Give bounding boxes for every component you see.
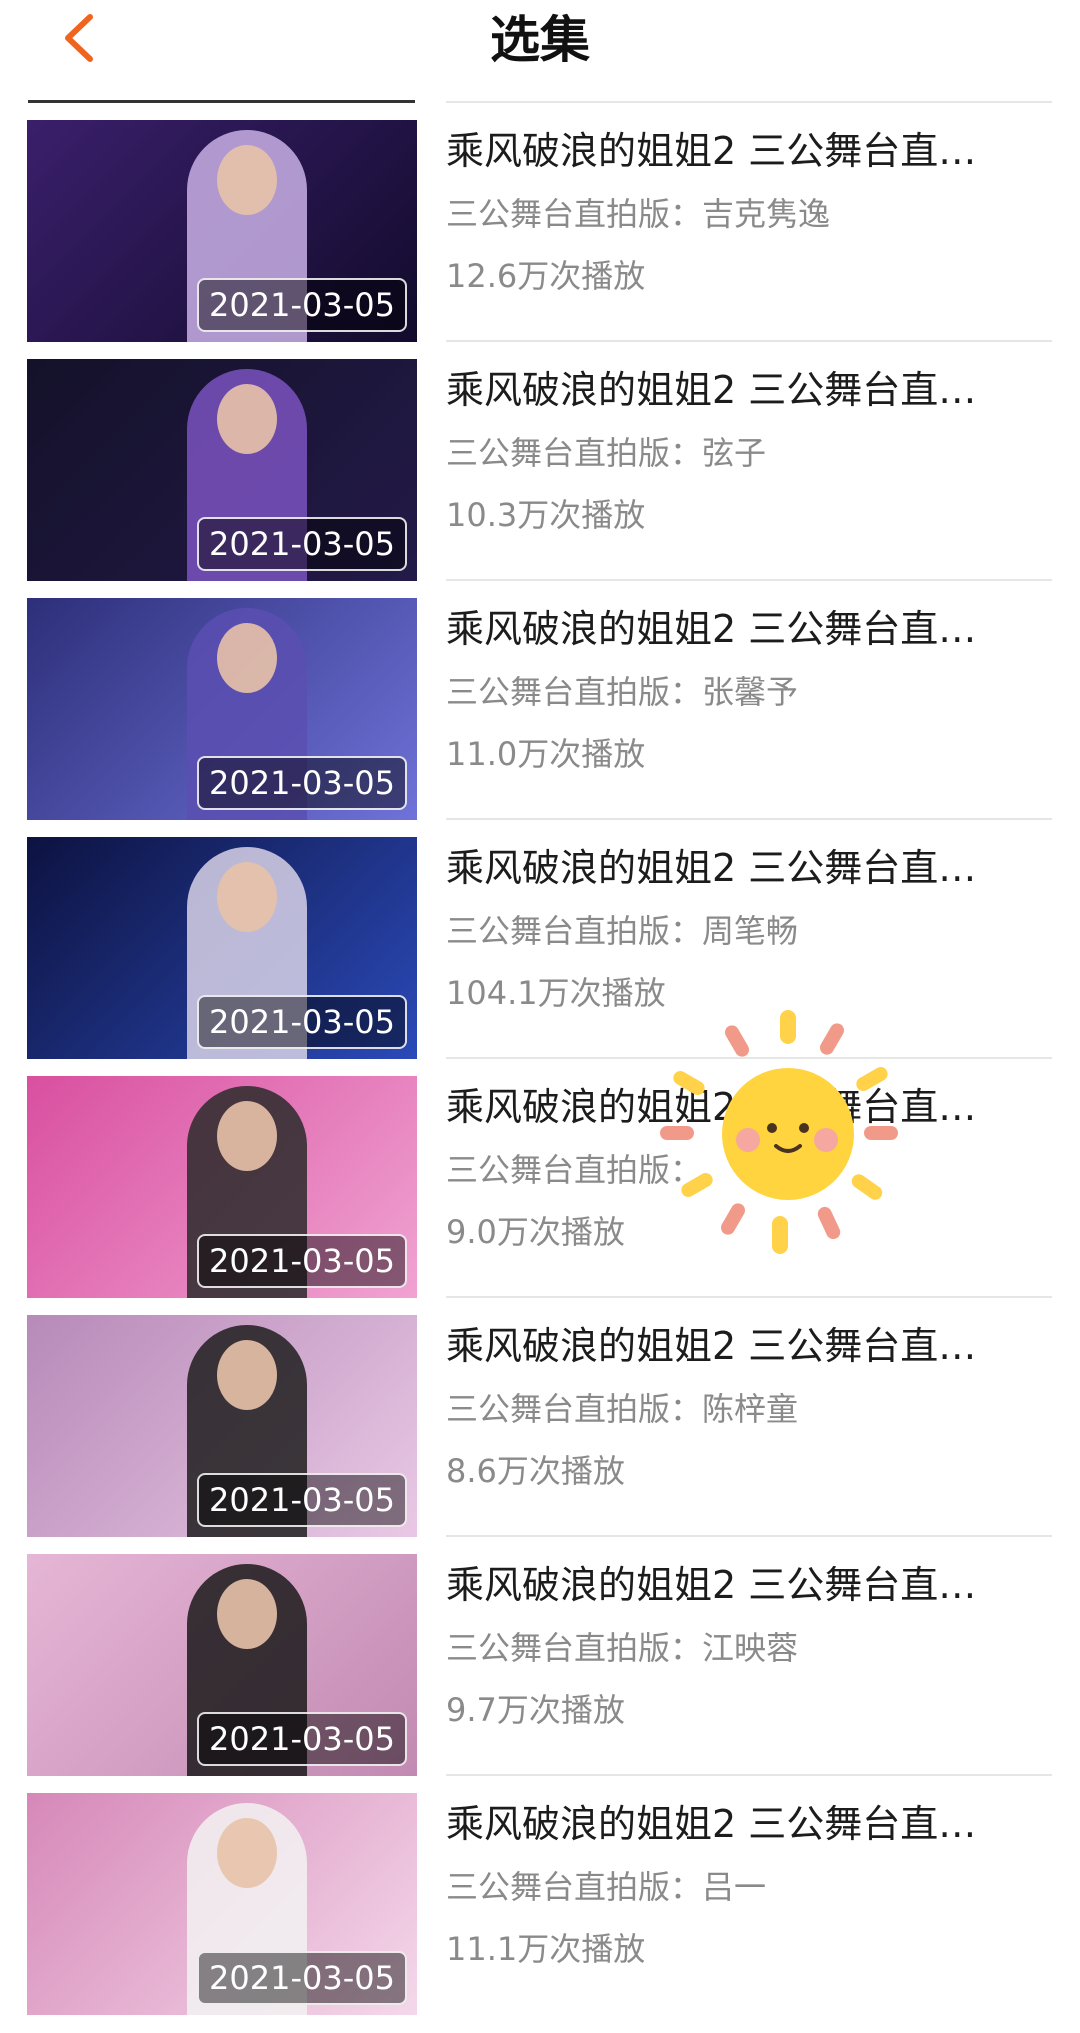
episode-title: 乘风破浪的姐姐2 三公舞台直… <box>446 846 977 890</box>
page-title: 选集 <box>490 11 590 69</box>
view-count: 11.0万次播放 <box>446 735 646 773</box>
divider <box>446 101 1052 103</box>
performer-head <box>217 145 277 215</box>
episode-title: 乘风破浪的姐姐2 三公舞台直… <box>446 368 977 412</box>
divider <box>446 1774 1052 1776</box>
date-badge: 2021-03-05 <box>197 756 407 810</box>
episode-item[interactable]: 2021-03-05 乘风破浪的姐姐2 三公舞台直… 三公舞台直拍版：周笔畅 104.… <box>0 837 1080 1077</box>
view-count: 9.0万次播放 <box>446 1213 625 1251</box>
episode-info[interactable]: 乘风破浪的姐姐2 三公舞台直… 三公舞台直拍版：周笔畅 104.1万次播放 <box>446 837 1052 1077</box>
performer-head <box>217 623 277 693</box>
episode-item[interactable]: 2021-03-05 乘风破浪的姐姐2 三公舞台直… 三公舞台直拍版：吉克隽逸 12.… <box>0 120 1080 360</box>
episode-item[interactable]: 2021-03-05 乘风破浪的姐姐2 三公舞台直… 三公舞台直拍版：江映蓉 9.7万… <box>0 1554 1080 1794</box>
divider <box>28 100 415 103</box>
episode-subtitle: 三公舞台直拍版：弦子 <box>446 434 767 472</box>
episode-thumbnail[interactable]: 2021-03-05 <box>27 598 417 820</box>
view-count: 104.1万次播放 <box>446 974 666 1012</box>
performer-head <box>217 1579 277 1649</box>
episode-title: 乘风破浪的姐姐2 三公舞台直… <box>446 129 977 173</box>
view-count: 9.7万次播放 <box>446 1691 625 1729</box>
performer-head <box>217 1340 277 1410</box>
episode-subtitle: 三公舞台直拍版：吉克隽逸 <box>446 195 831 233</box>
date-badge: 2021-03-05 <box>197 1951 407 2005</box>
episode-thumbnail[interactable]: 2021-03-05 <box>27 1315 417 1537</box>
episode-title: 乘风破浪的姐姐2 三公舞台直… <box>446 607 977 651</box>
episode-subtitle: 三公舞台直拍版： <box>446 1151 703 1189</box>
divider <box>446 1296 1052 1298</box>
episode-title: 乘风破浪的姐姐2 三公舞台直… <box>446 1563 977 1607</box>
performer-head <box>217 384 277 454</box>
date-badge: 2021-03-05 <box>197 517 407 571</box>
date-badge: 2021-03-05 <box>197 278 407 332</box>
performer-head <box>217 862 277 932</box>
episode-subtitle: 三公舞台直拍版：张馨予 <box>446 673 799 711</box>
performer-head <box>217 1818 277 1888</box>
date-badge: 2021-03-05 <box>197 1712 407 1766</box>
episode-subtitle: 三公舞台直拍版：周笔畅 <box>446 912 799 950</box>
divider <box>446 818 1052 820</box>
episode-thumbnail[interactable]: 2021-03-05 <box>27 359 417 581</box>
divider <box>446 340 1052 342</box>
date-badge: 2021-03-05 <box>197 995 407 1049</box>
divider <box>446 1057 1052 1059</box>
episode-item[interactable]: 2021-03-05 乘风破浪的姐姐2 三公舞台直… 三公舞台直拍版：张馨予 11.0… <box>0 598 1080 838</box>
view-count: 8.6万次播放 <box>446 1452 625 1490</box>
episode-thumbnail[interactable]: 2021-03-05 <box>27 837 417 1059</box>
episode-item[interactable]: 2021-03-05 乘风破浪的姐姐2 三公舞台直… 三公舞台直拍版：吕一 11.1万… <box>0 1793 1080 2033</box>
episode-item[interactable]: 2021-03-05 乘风破浪的姐姐2 三公舞台直… 三公舞台直拍版：陈梓童 8.6万… <box>0 1315 1080 1555</box>
view-count: 10.3万次播放 <box>446 496 646 534</box>
episode-item[interactable]: 2021-03-05 乘风破浪的姐姐2 三公舞台直… 三公舞台直拍版：弦子 10.3万… <box>0 359 1080 599</box>
episode-thumbnail[interactable]: 2021-03-05 <box>27 120 417 342</box>
episode-info[interactable]: 乘风破浪的姐姐2 三公舞台直… 三公舞台直拍版： 9.0万次播放 <box>446 1076 1052 1316</box>
episode-title: 乘风破浪的姐姐2 三公舞台直… <box>446 1802 977 1846</box>
episode-thumbnail[interactable]: 2021-03-05 <box>27 1076 417 1298</box>
date-badge: 2021-03-05 <box>197 1234 407 1288</box>
divider <box>446 579 1052 581</box>
performer-head <box>217 1101 277 1171</box>
episode-subtitle: 三公舞台直拍版：吕一 <box>446 1868 767 1906</box>
divider <box>446 1535 1052 1537</box>
episode-subtitle: 三公舞台直拍版：江映蓉 <box>446 1629 799 1667</box>
episode-info[interactable]: 乘风破浪的姐姐2 三公舞台直… 三公舞台直拍版：弦子 10.3万次播放 <box>446 359 1052 599</box>
episode-title: 乘风破浪的姐姐2 三公舞台直… <box>446 1085 977 1129</box>
view-count: 12.6万次播放 <box>446 257 646 295</box>
view-count: 11.1万次播放 <box>446 1930 646 1968</box>
episode-subtitle: 三公舞台直拍版：陈梓童 <box>446 1390 799 1428</box>
episode-info[interactable]: 乘风破浪的姐姐2 三公舞台直… 三公舞台直拍版：吕一 11.1万次播放 <box>446 1793 1052 2033</box>
episode-info[interactable]: 乘风破浪的姐姐2 三公舞台直… 三公舞台直拍版：江映蓉 9.7万次播放 <box>446 1554 1052 1794</box>
episode-thumbnail[interactable]: 2021-03-05 <box>27 1793 417 2015</box>
episode-info[interactable]: 乘风破浪的姐姐2 三公舞台直… 三公舞台直拍版：张馨予 11.0万次播放 <box>446 598 1052 838</box>
episode-thumbnail[interactable]: 2021-03-05 <box>27 1554 417 1776</box>
episode-item[interactable]: 2021-03-05 乘风破浪的姐姐2 三公舞台直… 三公舞台直拍版： 9.0万次播放 <box>0 1076 1080 1316</box>
episode-title: 乘风破浪的姐姐2 三公舞台直… <box>446 1324 977 1368</box>
date-badge: 2021-03-05 <box>197 1473 407 1527</box>
episode-info[interactable]: 乘风破浪的姐姐2 三公舞台直… 三公舞台直拍版：吉克隽逸 12.6万次播放 <box>446 120 1052 360</box>
header: 选集 <box>0 0 1080 80</box>
episode-info[interactable]: 乘风破浪的姐姐2 三公舞台直… 三公舞台直拍版：陈梓童 8.6万次播放 <box>446 1315 1052 1555</box>
